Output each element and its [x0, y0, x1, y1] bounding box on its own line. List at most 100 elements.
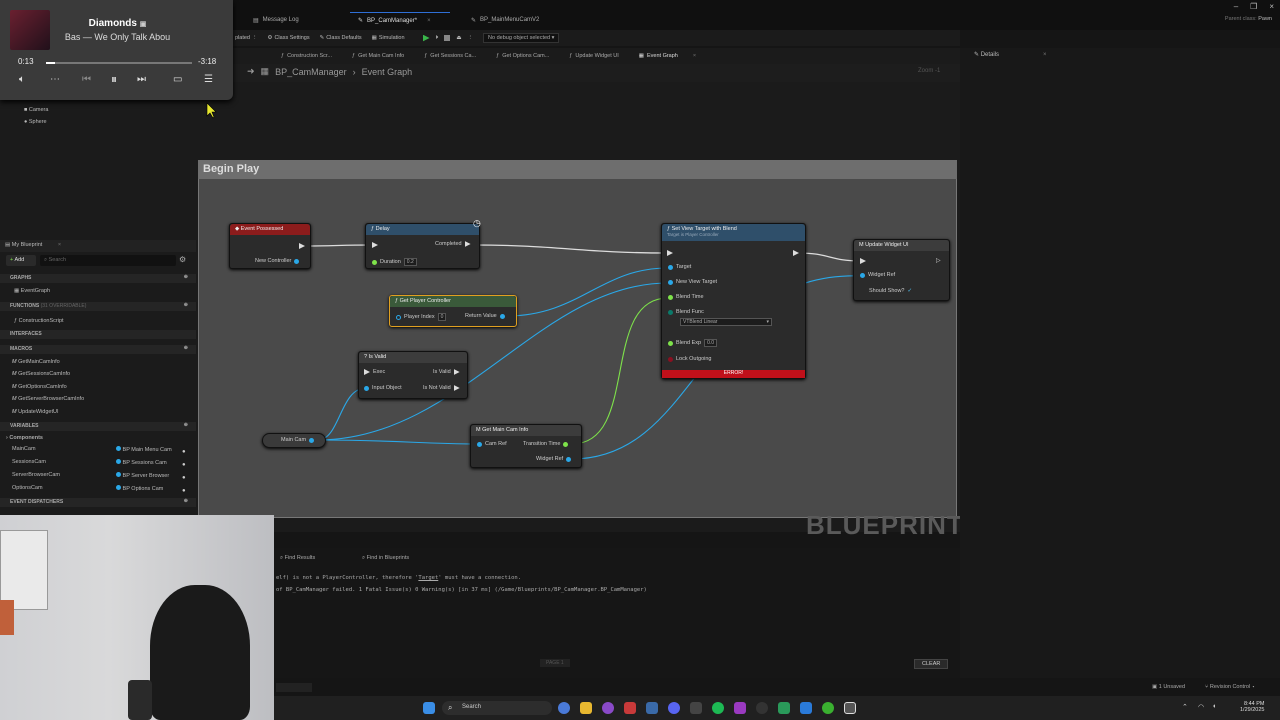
pin-exec[interactable]: Exec	[364, 369, 385, 375]
close-icon[interactable]: ×	[58, 242, 61, 248]
plus-icon[interactable]: ⊕	[184, 422, 188, 428]
component-camera[interactable]: ■ Camera	[24, 107, 48, 113]
comment-title[interactable]: Begin Play	[198, 160, 957, 179]
component-sphere[interactable]: ● Sphere	[24, 119, 47, 125]
pin-should-show[interactable]: Should Show? ✓	[869, 288, 912, 294]
exec-out-pin[interactable]: ▷	[936, 257, 941, 264]
app-icon[interactable]	[734, 702, 746, 714]
spotify-icon[interactable]	[712, 702, 724, 714]
variable-type[interactable]: BP Options Cam	[116, 485, 163, 492]
variable-type[interactable]: BP Server Browser	[116, 472, 169, 479]
search-input[interactable]: ⌕ Search	[40, 255, 176, 266]
node-is-valid[interactable]: ? Is Valid	[358, 351, 468, 399]
unreal-engine-icon[interactable]	[844, 702, 856, 714]
pin-new-controller[interactable]: New Controller	[255, 258, 300, 264]
pin-blend-time[interactable]: Blend Time	[668, 294, 704, 300]
target-link[interactable]: Target	[418, 575, 438, 581]
volume-icon[interactable]: 🔈︎	[19, 74, 25, 85]
github-icon[interactable]	[756, 702, 768, 714]
pin-cam-ref[interactable]: Cam Ref	[477, 441, 507, 447]
app-icon[interactable]	[778, 702, 790, 714]
plus-icon[interactable]: ⊕	[184, 345, 188, 351]
gear-icon[interactable]: ⚙	[179, 255, 186, 264]
pin-player-index[interactable]: Player Index 0	[396, 313, 447, 321]
node-get-player-controller[interactable]: ƒ Get Player Controller	[389, 295, 517, 327]
pause-icon[interactable]: ⏸︎	[111, 72, 117, 87]
lyrics-icon[interactable]: ▭	[173, 74, 182, 85]
edge-icon[interactable]	[558, 702, 570, 714]
variable-type[interactable]: BP Sessions Cam	[116, 459, 167, 466]
pin-is-not-valid[interactable]: Is Not Valid	[423, 385, 460, 391]
debug-object-select[interactable]: No debug object selected ▾	[483, 33, 560, 43]
wifi-icon[interactable]: ◠	[1198, 703, 1204, 711]
eject-icon[interactable]: ⏏	[456, 35, 461, 41]
tab-construction-script[interactable]: ƒ Construction Scr...	[273, 51, 340, 61]
section-functions[interactable]: FUNCTIONS (31 OVERRIDABLE) ⊕	[0, 302, 196, 311]
vscode-icon[interactable]	[800, 702, 812, 714]
plus-icon[interactable]: ⊕	[184, 498, 188, 504]
unsaved-indicator[interactable]: ▣ 1 Unsaved	[1152, 684, 1185, 690]
pin-completed[interactable]: Completed	[435, 241, 471, 247]
tab-get-options-cam[interactable]: ƒ Get Options Cam...	[488, 51, 557, 61]
variable-name[interactable]: MainCam	[12, 446, 36, 452]
item-event-graph[interactable]: ▦ EventGraph	[14, 288, 50, 294]
section-interfaces[interactable]: INTERFACES	[0, 330, 196, 339]
queue-icon[interactable]: ☰	[204, 74, 213, 85]
close-icon[interactable]: ×	[693, 53, 696, 59]
checkbox-icon[interactable]: ✓	[907, 288, 912, 294]
tab-event-graph[interactable]: ▦ Event Graph ×	[631, 51, 704, 61]
tray-chevron-icon[interactable]: ⌃	[1182, 703, 1188, 711]
taskbar-clock[interactable]: 8:44 PM 1/29/2025	[1240, 701, 1264, 713]
tab-update-widget-ui[interactable]: ƒ Update Widget UI	[561, 51, 626, 61]
windows-start-icon[interactable]	[423, 702, 435, 714]
pin-new-view-target[interactable]: New View Target	[668, 279, 717, 285]
variable-name[interactable]: ServerBrowserCam	[12, 472, 60, 478]
more-icon[interactable]: ⋯	[50, 74, 60, 85]
plus-icon[interactable]: ⊕	[184, 274, 188, 280]
pin-widget-ref-out[interactable]: Widget Ref	[536, 456, 572, 462]
steam-icon[interactable]	[646, 702, 658, 714]
app-icon[interactable]	[624, 702, 636, 714]
pin-return-value[interactable]: Return Value	[465, 313, 505, 319]
section-graphs[interactable]: GRAPHS ⊕	[0, 274, 196, 283]
section-event-dispatchers[interactable]: EVENT DISPATCHERS ⊕	[0, 498, 196, 507]
pin-blend-func[interactable]: Blend Func	[668, 309, 704, 315]
simulation-button[interactable]: ▦ Simulation	[372, 35, 405, 41]
class-settings-button[interactable]: ⚙ Class Settings	[268, 35, 310, 41]
class-defaults-button[interactable]: ✎ Class Defaults	[320, 35, 362, 41]
pin-target[interactable]: Target	[668, 264, 691, 270]
my-blueprint-tab[interactable]: ▤ My Blueprint ×	[0, 240, 196, 252]
pin-input-object[interactable]: Input Object	[364, 385, 402, 391]
variable-name[interactable]: OptionsCam	[12, 485, 43, 491]
progress-bar[interactable]	[46, 62, 192, 64]
clear-button[interactable]: CLEAR	[914, 659, 949, 669]
pin-main-cam[interactable]: Main Cam	[281, 437, 315, 443]
add-button[interactable]: + Add	[6, 255, 36, 266]
macro-item[interactable]: M GetServerBrowserCamInfo	[12, 396, 84, 402]
tab-find-results[interactable]: ⌕ Find Results	[280, 555, 315, 562]
step-icon[interactable]: ⏵	[436, 35, 439, 42]
variable-name[interactable]: SessionsCam	[12, 459, 46, 465]
macro-item[interactable]: M GetMainCamInfo	[12, 359, 60, 365]
pin-lock-outgoing[interactable]: Lock Outgoing	[668, 356, 711, 362]
macro-item[interactable]: M GetOptionsCamInfo	[12, 384, 67, 390]
pin-widget-ref[interactable]: Widget Ref	[860, 272, 895, 278]
blend-func-dropdown[interactable]: VTBlend Linear ▾	[680, 318, 772, 326]
pin-transition-time[interactable]: Transition Time	[523, 441, 569, 447]
pin-duration[interactable]: Duration 0.2	[372, 258, 417, 266]
plus-icon[interactable]: ⊕	[184, 302, 188, 308]
minimize-icon[interactable]: –	[1234, 2, 1238, 11]
components-category[interactable]: › Components	[6, 435, 43, 441]
stop-icon[interactable]	[444, 35, 451, 41]
options-icon[interactable]: ⋮	[468, 35, 474, 41]
forward-arrow-icon[interactable]: ➜	[247, 66, 255, 77]
compile-button[interactable]: plated ⋮	[235, 35, 258, 41]
close-window-icon[interactable]: ×	[1269, 2, 1274, 11]
macro-item[interactable]: M GetSessionsCamInfo	[12, 371, 70, 377]
app-icon[interactable]	[822, 702, 834, 714]
pin-is-valid[interactable]: Is Valid	[433, 369, 460, 375]
item-construction-script[interactable]: ƒ ConstructionScript	[14, 318, 64, 324]
close-icon[interactable]: ×	[1043, 52, 1047, 58]
visibility-eye-icon[interactable]: ● ● ● ●	[182, 446, 186, 498]
file-explorer-icon[interactable]	[580, 702, 592, 714]
